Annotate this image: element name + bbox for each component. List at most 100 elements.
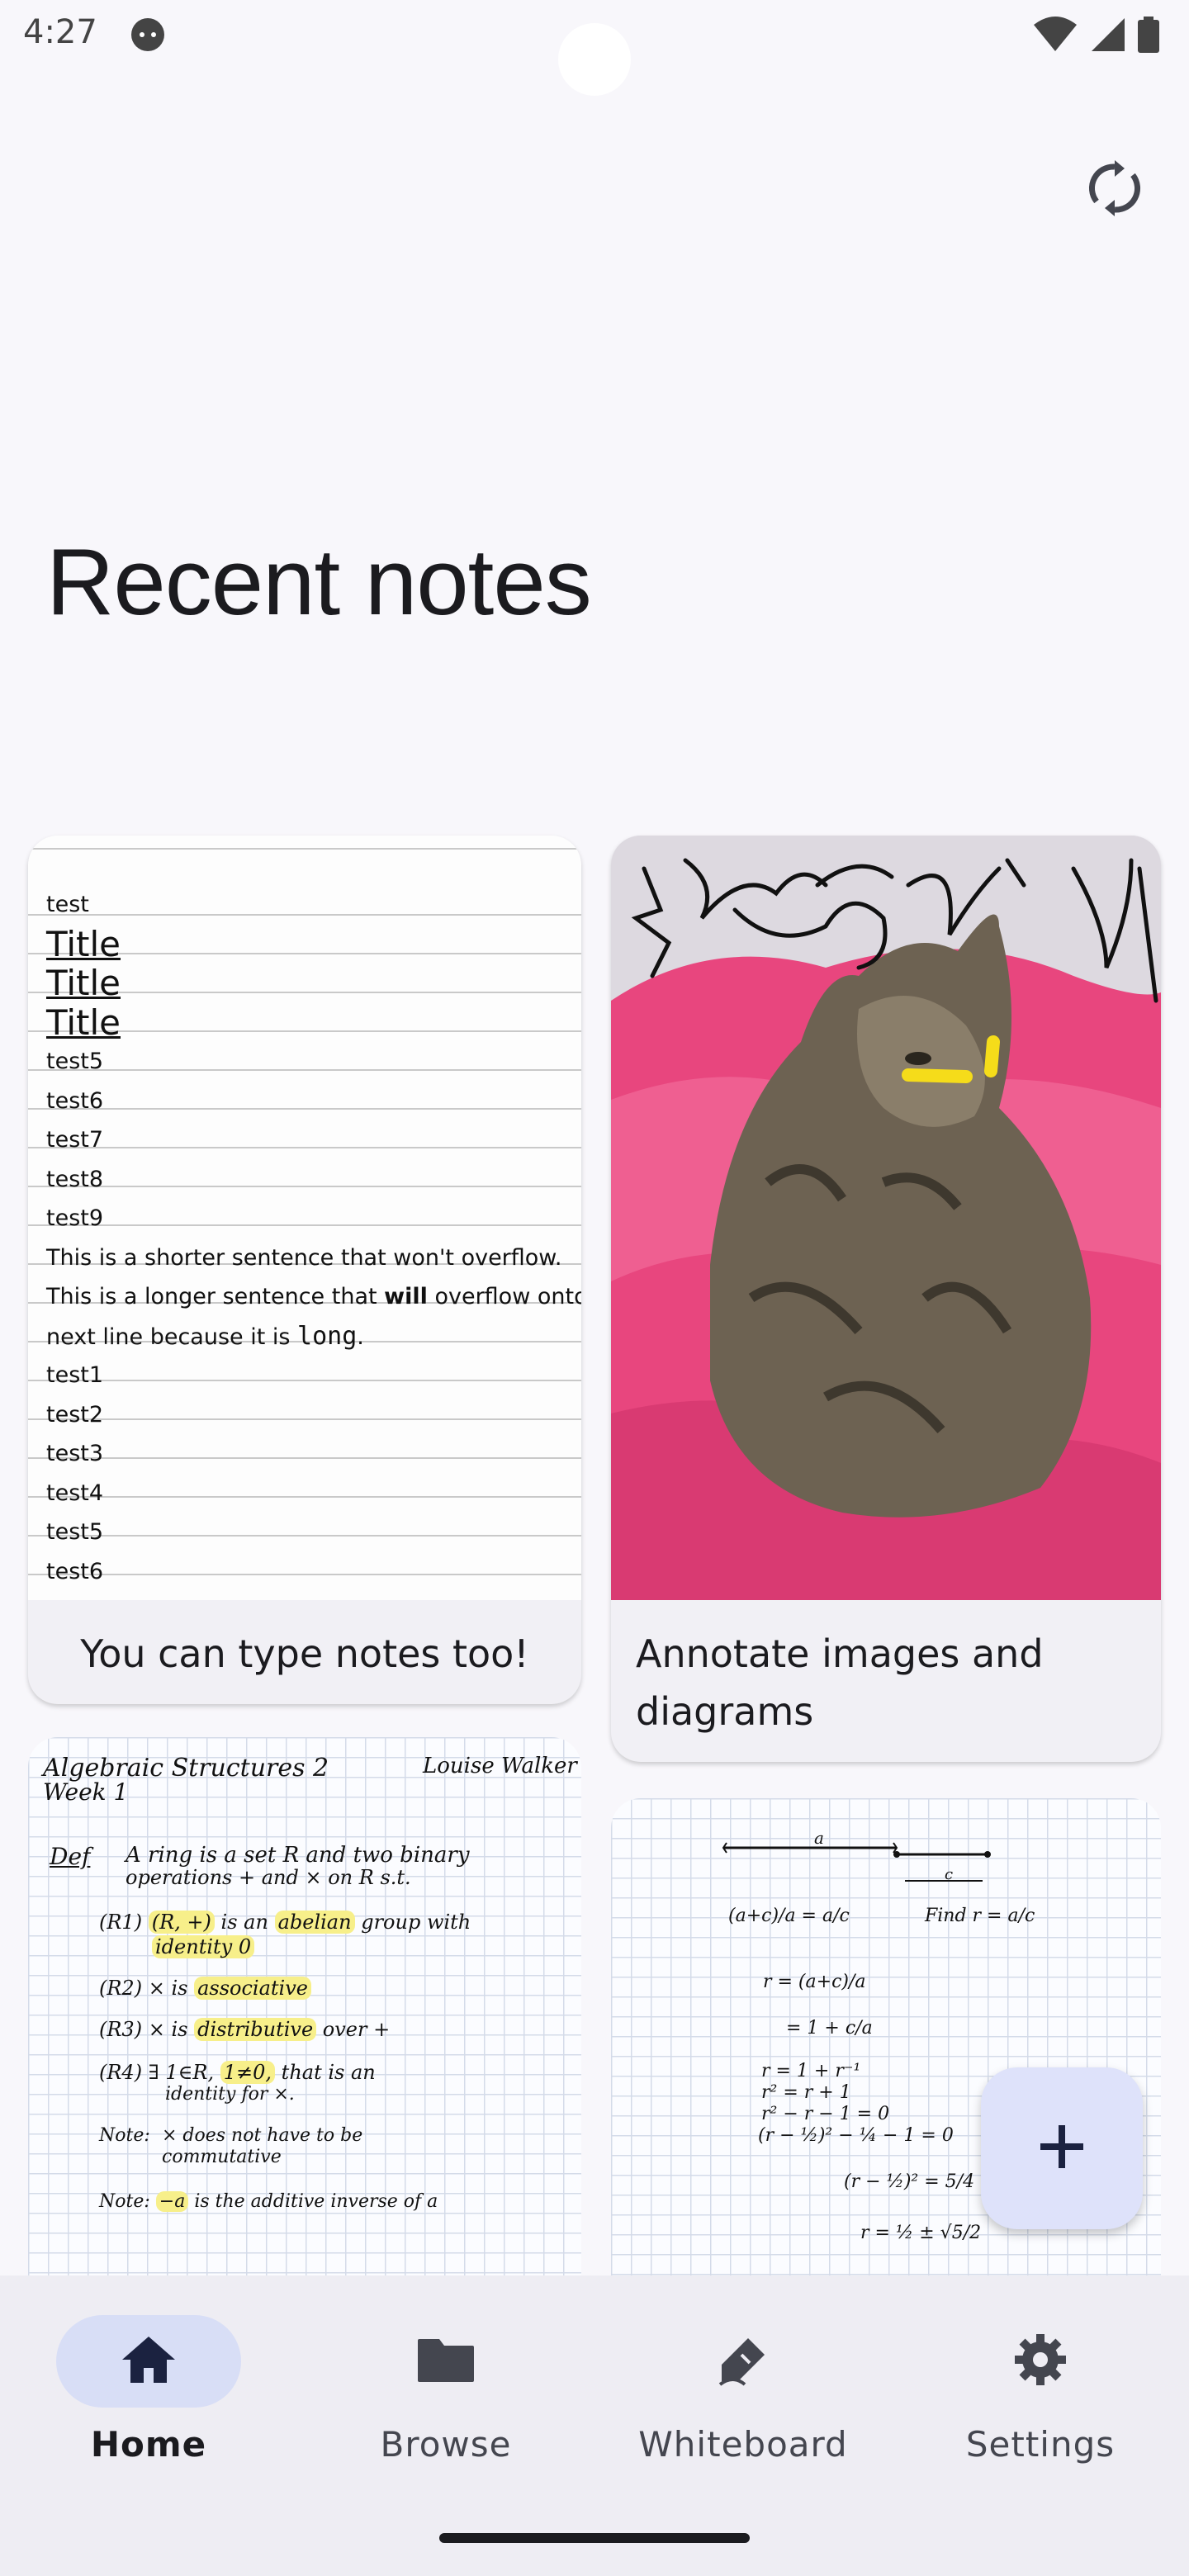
hw-eq: r = 1 + r⁻¹: [761, 2061, 861, 2081]
note-text: .: [357, 1324, 364, 1350]
hw-text: × is: [148, 2018, 188, 2041]
note-card-algebra[interactable]: Algebraic Structures 2 Louise Walker Wee…: [28, 1737, 581, 2332]
hw-week: Week 1: [43, 1778, 129, 1806]
hw-text: (R4): [99, 2061, 143, 2084]
folder-icon: [416, 2336, 476, 2388]
note-line: next line because it is long.: [46, 1317, 581, 1357]
note-line: test6: [46, 1558, 104, 1584]
note-line-title: Title: [46, 963, 121, 1003]
note-line: test6: [46, 1087, 104, 1114]
cat-photo-with-scribbles: [611, 836, 1161, 1600]
note-line: test1: [46, 1362, 104, 1388]
note-bold-text: will: [384, 1284, 428, 1309]
hw-rule: (R3) × is distributive over +: [99, 2018, 390, 2041]
hw-highlight: distributive: [194, 2018, 317, 2041]
hw-text: over +: [322, 2018, 391, 2041]
hw-rule: Note: −a is the additive inverse of a: [99, 2191, 438, 2212]
note-line: test7: [46, 1127, 104, 1153]
nav-pill: [353, 2315, 538, 2408]
note-line: This is a longer sentence that will over…: [46, 1277, 581, 1317]
annotated-image: [611, 836, 1161, 1600]
segment-diagram: [722, 1842, 991, 1882]
hw-eq: (r − ½)² = 5/4: [844, 2171, 975, 2192]
note-card-math[interactable]: a c (a+c)/a = a/c Find r = a/c r = (a+c)…: [611, 1798, 1161, 2327]
home-icon: [121, 2335, 177, 2389]
hw-text: is the additive inverse of a: [194, 2191, 438, 2212]
note-line: test9: [46, 1205, 104, 1231]
note-title: Annotate images and diagrams: [636, 1631, 1044, 1734]
hw-highlight: associative: [194, 1977, 311, 2000]
note-line: test8: [46, 1166, 104, 1192]
page-title: Recent notes: [46, 530, 592, 635]
hw-rule: (R4) ∃ 1∈R, 1≠0, that is an: [99, 2061, 376, 2084]
hw-text: operations + and × on R s.t.: [126, 1866, 411, 1889]
hw-note-label: Note:: [99, 2125, 150, 2146]
gesture-navigation-bar[interactable]: [439, 2533, 750, 2543]
note-text-lines: test Title Title Title test5 test6 test7…: [46, 885, 581, 1600]
hw-text: (R2): [99, 1977, 143, 2000]
note-card-typed[interactable]: test Title Title Title test5 test6 test7…: [28, 836, 581, 1704]
note-text: overflow onto the: [434, 1284, 581, 1309]
note-text: This is a longer sentence that: [46, 1284, 385, 1309]
new-note-fab[interactable]: [981, 2067, 1143, 2229]
hw-highlight: identity 0: [152, 1935, 255, 1958]
hw-rule: identity 0: [152, 1935, 255, 1958]
note-line: This is a shorter sentence that won't ov…: [46, 1244, 562, 1271]
hw-note-label: Note:: [99, 2191, 150, 2212]
note-card-image[interactable]: Annotate images and diagrams: [611, 836, 1161, 1762]
hw-text: identity for ×.: [165, 2084, 295, 2105]
wifi-icon: [1032, 17, 1078, 57]
hw-seg-label: a: [814, 1828, 824, 1848]
hw-eq: (r − ½)² − ¼ − 1 = 0: [758, 2125, 954, 2146]
hw-highlight: −a: [155, 2191, 189, 2212]
status-time: 4:27: [23, 13, 97, 51]
nav-item-browse[interactable]: Browse: [297, 2315, 594, 2465]
hw-eq: Find r = a/c: [925, 1906, 1035, 1926]
hw-text: × does not have to be: [162, 2125, 363, 2146]
note-text: next line because it is: [46, 1324, 298, 1350]
hw-rule: (R1) (R, +) is an abelian group with: [99, 1911, 471, 1934]
nav-item-home[interactable]: Home: [0, 2315, 297, 2465]
hw-text: (R1): [99, 1911, 143, 1934]
hw-eq: (a+c)/a = a/c: [728, 1906, 850, 1926]
nav-pill: [948, 2315, 1133, 2408]
nav-item-whiteboard[interactable]: Whiteboard: [594, 2315, 892, 2465]
hw-author: Louise Walker: [423, 1754, 577, 1778]
draw-icon: [717, 2333, 770, 2390]
nav-item-settings[interactable]: Settings: [892, 2315, 1189, 2465]
nav-pill: [651, 2315, 836, 2408]
hw-text: is an: [220, 1911, 268, 1934]
sync-icon: [1088, 159, 1141, 222]
plus-icon: [1039, 2124, 1085, 2174]
note-line: test5: [46, 1049, 104, 1074]
hw-highlight: abelian: [274, 1911, 355, 1934]
note-line-title: Title: [46, 923, 121, 964]
note-line: test5: [46, 1519, 104, 1545]
status-bar: 4:27: [0, 0, 1189, 96]
sync-button[interactable]: [1082, 157, 1148, 223]
nav-active-indicator: [56, 2315, 241, 2408]
hw-eq: r = (a+c)/a: [763, 1972, 866, 1992]
hw-highlight: 1≠0,: [220, 2061, 276, 2084]
note-line-title: Title: [46, 1002, 121, 1043]
note-line: test4: [46, 1480, 104, 1506]
note-line: test3: [46, 1441, 104, 1466]
nav-label: Settings: [965, 2424, 1116, 2465]
note-line: test2: [46, 1401, 104, 1428]
nav-label: Browse: [380, 2424, 512, 2465]
nav-label: Whiteboard: [638, 2424, 848, 2465]
note-line: test: [46, 892, 89, 917]
battery-icon: [1138, 17, 1159, 57]
cellular-signal-icon: [1090, 17, 1126, 57]
hw-text: that is an: [281, 2061, 376, 2084]
hw-def-label: Def: [50, 1843, 91, 1870]
hw-eq: = 1 + c/a: [786, 2018, 873, 2039]
note-preview: a c (a+c)/a = a/c Find r = a/c r = (a+c)…: [611, 1798, 1161, 2327]
hw-rule: (R2) × is associative: [99, 1977, 311, 2000]
note-line: test7: [46, 1591, 581, 1600]
hw-eq: r² = r + 1: [761, 2082, 851, 2103]
note-preview: Algebraic Structures 2 Louise Walker Wee…: [28, 1737, 581, 2332]
hw-text: A ring is a set R and two binary: [126, 1843, 470, 1868]
hw-text: (R3): [99, 2018, 143, 2041]
nav-label: Home: [90, 2424, 207, 2465]
